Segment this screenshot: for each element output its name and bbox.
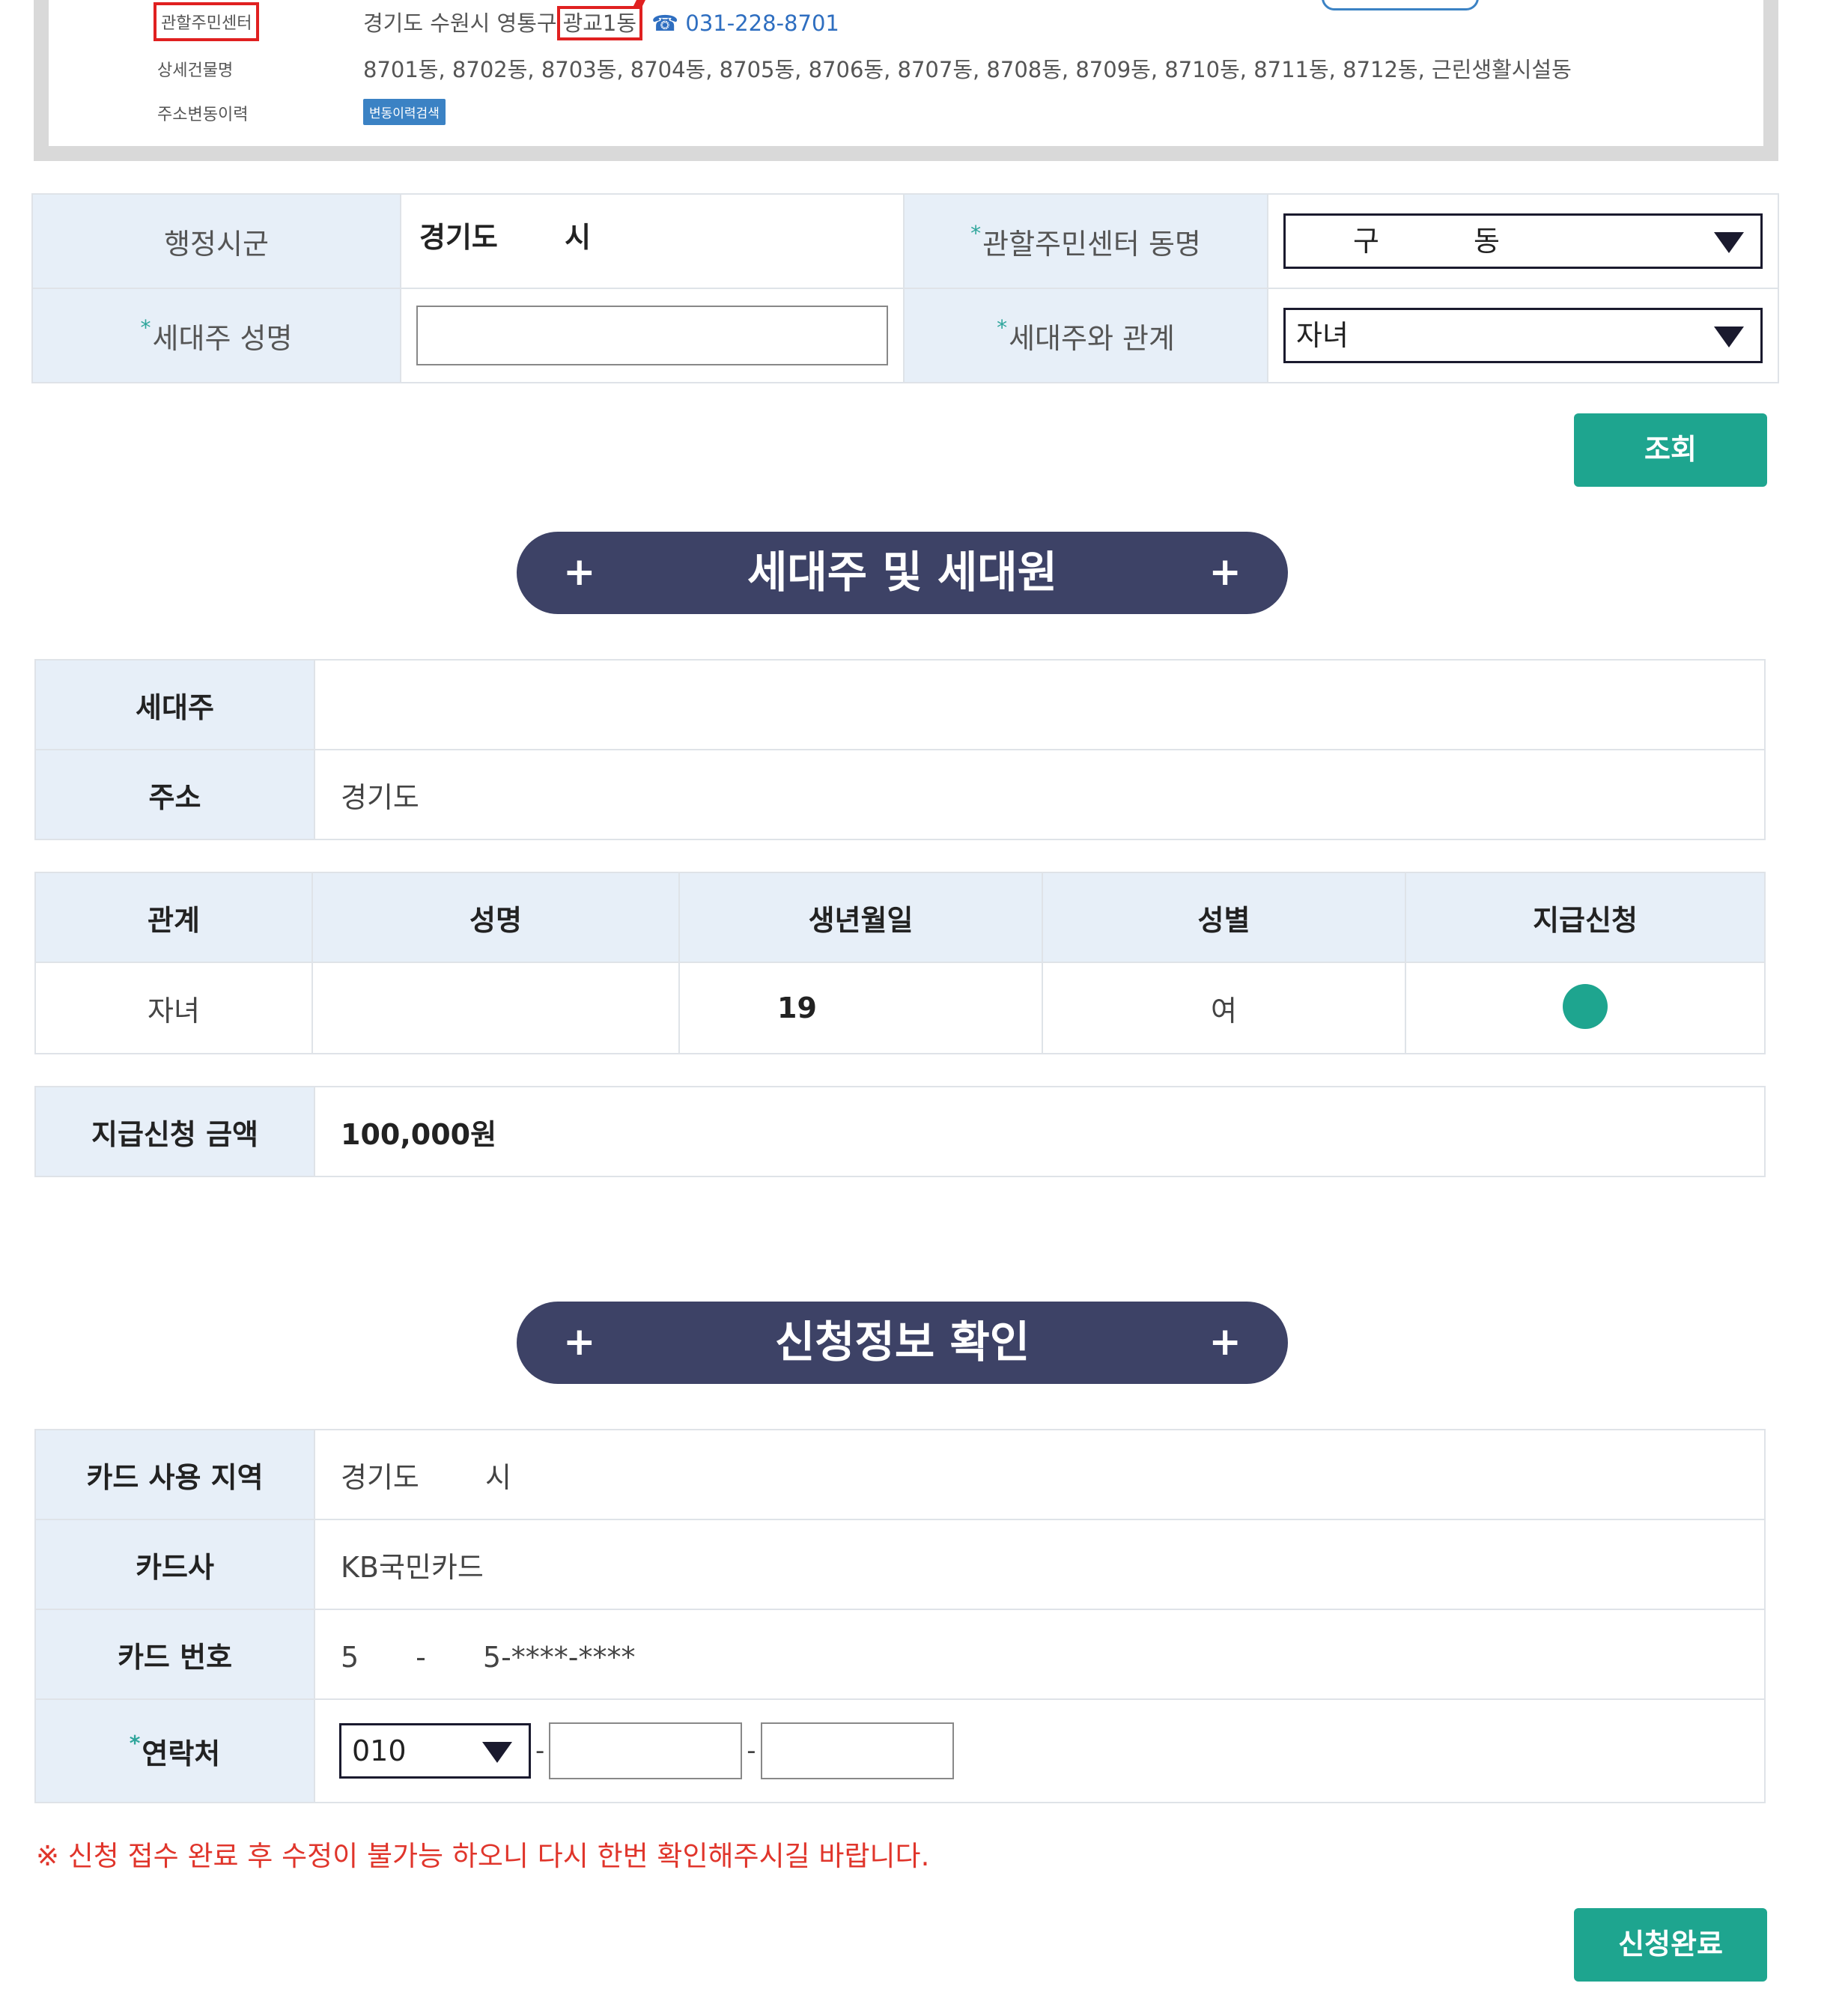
row-name bbox=[311, 962, 680, 1054]
table-row: 자녀 19 여 bbox=[34, 962, 1766, 1054]
card-region-value: 경기도 시 bbox=[314, 1429, 1766, 1520]
contact-dash: - bbox=[747, 1736, 756, 1766]
plus-icon: + bbox=[563, 550, 596, 595]
address-info-inner: 관할주민센터 경기도 수원시 영통구 광교1동 ☎ 031-228-8701 상세건… bbox=[49, 0, 1763, 146]
notice-text: ※ 신청 접수 완료 후 수정이 불가능 하오니 다시 한번 확인해주시길 바랍… bbox=[36, 1840, 930, 1872]
contact-middle-input[interactable] bbox=[549, 1722, 743, 1779]
chevron-down-icon bbox=[1714, 327, 1744, 347]
col-relation: 관계 bbox=[34, 872, 313, 963]
address-value: 경기도 bbox=[314, 749, 1766, 840]
search-form-table: 행정시군 경기도 시 *관할주민센터 동명 구 동 *세대주 성명 *세대주와 … bbox=[31, 193, 1779, 383]
center-name-select-value: 구 동 bbox=[1353, 225, 1500, 258]
region-label: 행정시군 bbox=[31, 193, 401, 289]
center-value: 경기도 수원시 영통구 광교1동 ☎ 031-228-8701 bbox=[363, 6, 839, 40]
history-label: 주소변동이력 bbox=[157, 106, 249, 124]
history-row: 주소변동이력 변동이력검색 bbox=[49, 94, 1763, 131]
relation-select[interactable]: 자녀 bbox=[1283, 308, 1763, 363]
plus-icon: + bbox=[1209, 550, 1241, 595]
card-company-label: 카드사 bbox=[34, 1519, 315, 1610]
center-dong: 광교1동 bbox=[556, 6, 643, 40]
card-region-label: 카드 사용 지역 bbox=[34, 1429, 315, 1520]
members-table: 관계 성명 생년월일 성별 지급신청 자녀 19 여 bbox=[34, 872, 1766, 1054]
card-number-value: 5 - 5-****-**** bbox=[314, 1609, 1766, 1700]
contact-label: 연락처 bbox=[142, 1737, 221, 1770]
members-header-row: 관계 성명 생년월일 성별 지급신청 bbox=[34, 872, 1766, 963]
head-value bbox=[314, 659, 1766, 750]
center-name-select[interactable]: 구 동 bbox=[1283, 213, 1763, 269]
center-phone[interactable]: ☎ 031-228-8701 bbox=[651, 10, 839, 36]
center-name-label: 관할주민센터 동명 bbox=[982, 227, 1201, 261]
row-relation: 자녀 bbox=[34, 962, 313, 1054]
chevron-down-icon bbox=[1714, 232, 1744, 253]
address-info-box: 관할주민센터 경기도 수원시 영통구 광교1동 ☎ 031-228-8701 상세건… bbox=[34, 0, 1778, 161]
submit-button[interactable]: 신청완료 bbox=[1574, 1908, 1767, 1982]
center-label: 관할주민센터 bbox=[154, 2, 260, 41]
center-name-label-cell: *관할주민센터 동명 bbox=[903, 193, 1268, 289]
relation-label-cell: *세대주와 관계 bbox=[903, 288, 1268, 383]
col-birth: 생년월일 bbox=[678, 872, 1043, 963]
history-search-button[interactable]: 변동이력검색 bbox=[363, 99, 446, 125]
address-label: 주소 bbox=[34, 749, 315, 840]
relation-label: 세대주와 관계 bbox=[1009, 321, 1175, 355]
region-value: 경기도 시 bbox=[400, 193, 905, 289]
search-button[interactable]: 조회 bbox=[1574, 413, 1767, 487]
row-gender: 여 bbox=[1042, 962, 1406, 1054]
contact-dash: - bbox=[535, 1736, 545, 1766]
confirm-section-title: 신청정보 확인 bbox=[774, 1317, 1030, 1367]
contact-label-cell: *연락처 bbox=[34, 1698, 315, 1803]
col-apply: 지급신청 bbox=[1405, 872, 1766, 963]
amount-value: 100,000원 bbox=[314, 1086, 1766, 1177]
building-row: 상세건물명 8701동, 8702동, 8703동, 8704동, 8705동,… bbox=[49, 52, 1763, 90]
apply-radio[interactable] bbox=[1563, 984, 1608, 1029]
center-row: 관할주민센터 경기도 수원시 영통구 광교1동 ☎ 031-228-8701 bbox=[49, 0, 1763, 41]
confirm-section-banner: + 신청정보 확인 + bbox=[517, 1302, 1288, 1384]
card-number-label: 카드 번호 bbox=[34, 1609, 315, 1700]
contact-last-input[interactable] bbox=[760, 1722, 954, 1779]
household-section-title: 세대주 및 세대원 bbox=[747, 547, 1057, 598]
relation-select-value: 자녀 bbox=[1296, 319, 1349, 352]
col-gender: 성별 bbox=[1042, 872, 1406, 963]
household-section-banner: + 세대주 및 세대원 + bbox=[517, 532, 1288, 614]
col-name: 성명 bbox=[311, 872, 680, 963]
plus-icon: + bbox=[1209, 1320, 1241, 1364]
row-birth: 19 bbox=[678, 962, 1043, 1054]
contact-prefix-select[interactable]: 010 bbox=[339, 1723, 531, 1779]
plus-icon: + bbox=[563, 1320, 596, 1364]
head-name-label: 세대주 성명 bbox=[152, 321, 293, 355]
confirm-table: 카드 사용 지역 경기도 시 카드사 KB국민카드 카드 번호 5 - 5-**… bbox=[34, 1429, 1766, 1803]
chevron-down-icon bbox=[482, 1742, 512, 1763]
building-label: 상세건물명 bbox=[157, 61, 234, 80]
card-company-value: KB국민카드 bbox=[314, 1519, 1766, 1610]
building-value: 8701동, 8702동, 8703동, 8704동, 8705동, 8706동… bbox=[363, 57, 1572, 82]
head-label: 세대주 bbox=[34, 659, 315, 750]
head-name-label-cell: *세대주 성명 bbox=[31, 288, 401, 383]
head-name-input[interactable] bbox=[416, 306, 888, 365]
amount-label: 지급신청 금액 bbox=[34, 1086, 315, 1177]
contact-prefix-value: 010 bbox=[352, 1734, 407, 1767]
contact-inputs: 010 - - bbox=[339, 1722, 1764, 1779]
center-value-prefix: 경기도 수원시 영통구 bbox=[363, 10, 557, 36]
amount-table: 지급신청 금액 100,000원 bbox=[34, 1086, 1766, 1177]
household-table: 세대주 주소 경기도 bbox=[34, 659, 1766, 840]
